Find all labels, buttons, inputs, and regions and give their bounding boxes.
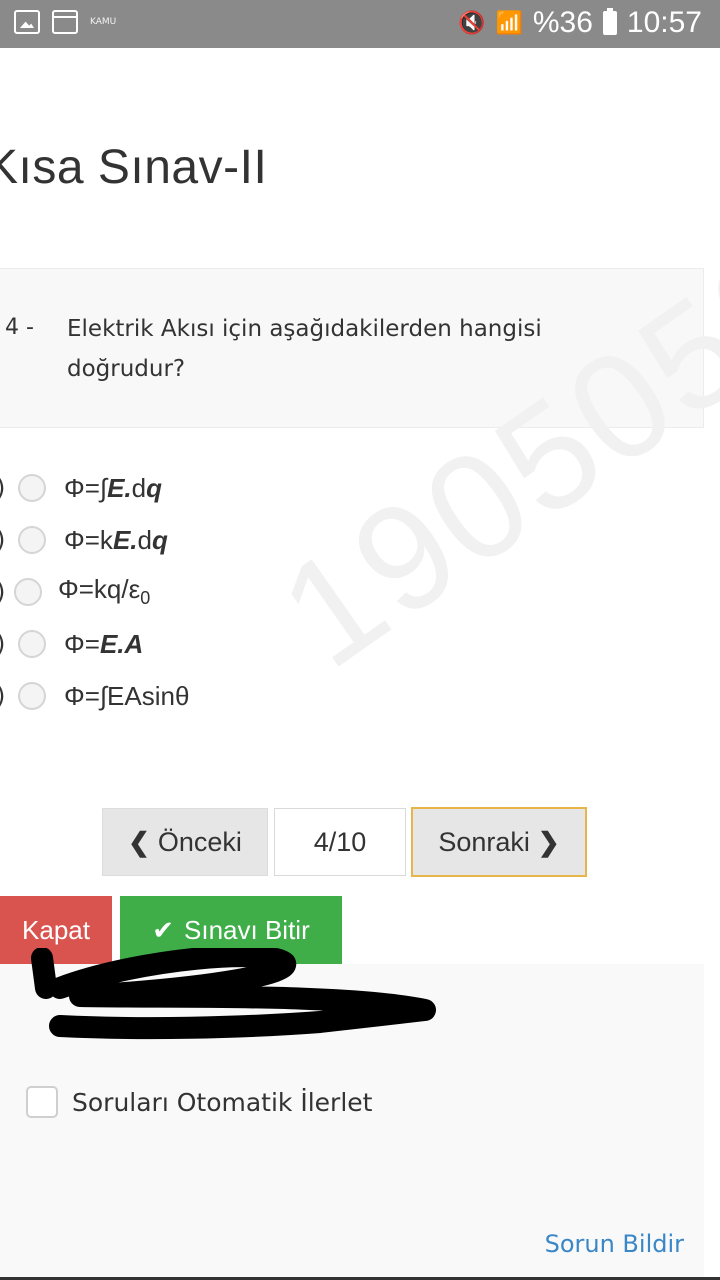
previous-label: Önceki (157, 826, 242, 857)
watermark: 19050500 (251, 160, 720, 700)
option-a-radio[interactable] (18, 474, 46, 502)
redaction-scribble (31, 948, 436, 1040)
option-letter-paren: ) (0, 578, 8, 606)
option-e[interactable]: ) Φ=∫EAsinθ (0, 676, 189, 716)
next-label: Sonraki (438, 826, 530, 857)
option-a-text: Φ=∫E.dq (64, 472, 162, 503)
app-notification-label: KAMU (90, 16, 117, 27)
check-icon: ✔ (152, 914, 175, 945)
option-letter-paren: ) (0, 474, 8, 502)
clock: 10:57 (626, 6, 702, 39)
auto-advance-option[interactable]: Soruları Otomatik İlerlet (26, 1086, 372, 1118)
gallery-notification-icon (14, 10, 40, 34)
report-issue-link[interactable]: Sorun Bildir (545, 1230, 684, 1258)
chevron-right-icon: ❯ (537, 826, 560, 857)
option-d-text: Φ=E.A (64, 628, 144, 659)
option-e-text: Φ=∫EAsinθ (64, 680, 190, 711)
option-b-text: Φ=kE.dq (64, 524, 168, 555)
option-c-radio[interactable] (14, 578, 42, 606)
option-letter-paren: ) (0, 526, 8, 554)
option-a[interactable]: ) Φ=∫E.dq (0, 468, 162, 508)
next-button[interactable]: Sonraki ❯ (411, 807, 587, 877)
notification-icons: KAMU (14, 10, 117, 34)
chevron-left-icon: ❮ (128, 826, 150, 857)
status-bar: KAMU 🔇 📶 %36 10:57 (0, 0, 720, 48)
option-d[interactable]: ) Φ=E.A (0, 624, 143, 664)
option-c-text: Φ=kq/ε0 (58, 574, 151, 609)
option-letter-paren: ) (0, 630, 8, 658)
wifi-icon: 📶 (495, 10, 523, 35)
option-b[interactable]: ) Φ=kE.dq (0, 520, 168, 560)
page-title: Kısa Sınav-II (0, 141, 268, 194)
option-c[interactable]: ) Φ=kq/ε0 (0, 572, 150, 612)
finish-label: Sınavı Bitir (184, 914, 310, 945)
battery-icon (602, 8, 617, 35)
question-number: 4 - (5, 315, 34, 340)
previous-button[interactable]: ❮ Önceki (102, 808, 268, 876)
option-d-radio[interactable] (18, 630, 46, 658)
option-e-radio[interactable] (18, 682, 46, 710)
news-notification-icon (52, 10, 78, 34)
close-label: Kapat (22, 914, 90, 945)
option-b-radio[interactable] (18, 526, 46, 554)
page-indicator: 4/10 (274, 808, 406, 876)
auto-advance-checkbox[interactable] (26, 1086, 58, 1118)
battery-percent: %36 (532, 6, 593, 39)
mute-icon: 🔇 (458, 10, 486, 35)
auto-advance-label: Soruları Otomatik İlerlet (72, 1087, 373, 1117)
option-letter-paren: ) (0, 682, 8, 710)
system-indicators: 🔇 📶 %36 10:57 (458, 6, 702, 40)
